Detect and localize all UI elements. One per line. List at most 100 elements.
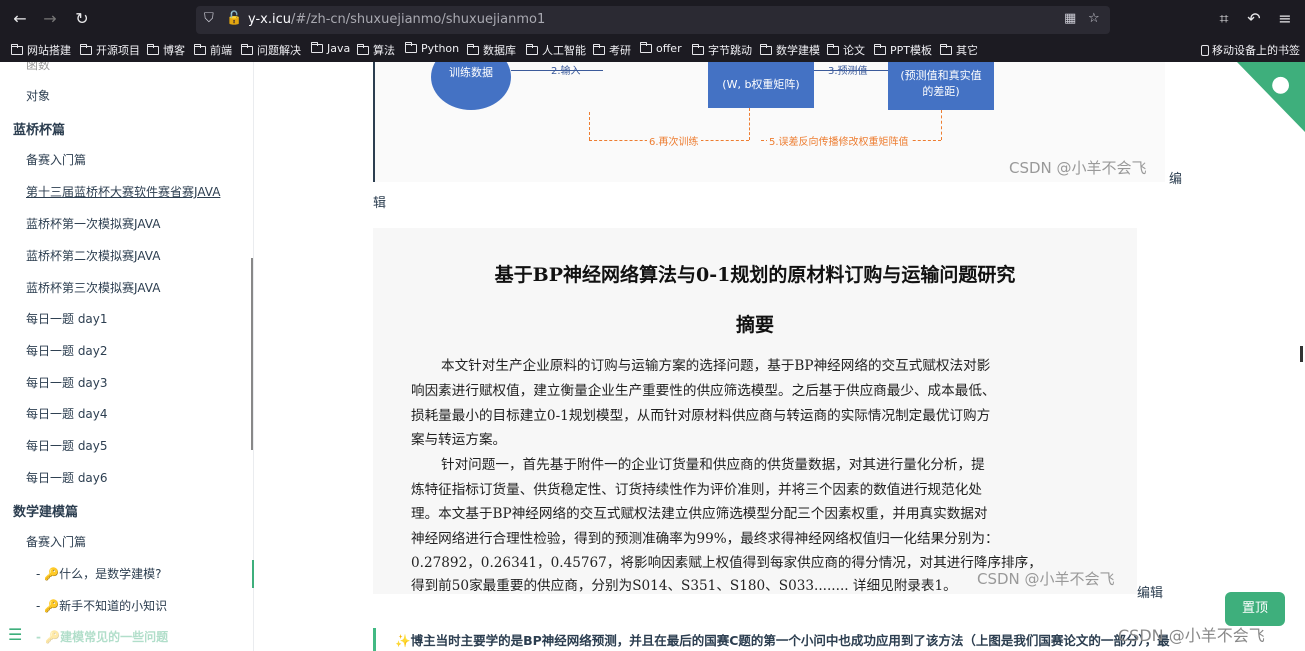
folder-icon: [11, 43, 23, 55]
sidebar-group-lanqiao[interactable]: 蓝桥杯篇: [13, 119, 65, 138]
sidebar-item-objects[interactable]: 对象: [26, 87, 50, 104]
url-path: /#/zh-cn/shuxuejianmo/shuxuejianmo1: [290, 12, 546, 27]
forward-arrow-icon[interactable]: →: [38, 8, 62, 30]
bookmark-folder[interactable]: 数学建模: [760, 42, 820, 58]
bookmark-label: 数学建模: [776, 44, 820, 57]
shield-icon[interactable]: ⛉: [204, 11, 214, 26]
sidebar-item-mock-3[interactable]: 蓝桥杯第三次模拟赛JAVA: [26, 279, 160, 296]
sidebar-item-day2[interactable]: 每日一题 day2: [26, 342, 108, 359]
sidebar-item-prep[interactable]: 备赛入门篇: [26, 151, 86, 168]
sidebar-item-13th-provincial[interactable]: 第十三届蓝桥杯大赛软件赛省赛JAVA: [26, 183, 220, 200]
url-host: y-x.icu: [248, 12, 291, 27]
abstract-line: 理。本文基于BP神经网络的交互式赋权法建立供应筛选模型分配三个因素权重，并用真实…: [411, 506, 988, 522]
bookmark-folder[interactable]: 前端: [194, 42, 232, 58]
folder-icon: [241, 43, 253, 55]
bookmark-folder[interactable]: 问题解决: [241, 42, 301, 58]
bookmark-folder[interactable]: PPT模板: [874, 42, 932, 58]
edit-label-part1: 编: [1169, 172, 1183, 187]
sidebar-item-mock-2[interactable]: 蓝桥杯第二次模拟赛JAVA: [26, 247, 160, 264]
star-icon[interactable]: ☆: [1088, 11, 1100, 26]
bookmark-folder[interactable]: Python: [405, 42, 459, 55]
sidebar-item-day1[interactable]: 每日一题 day1: [26, 310, 108, 327]
github-octocat-icon: ●: [1271, 72, 1291, 97]
bookmark-label: 博客: [163, 44, 185, 57]
sidebar-item-common-problems[interactable]: - 🔑建模常见的一些问题: [36, 628, 168, 645]
folder-icon: [80, 43, 92, 55]
bookmark-folder[interactable]: 字节跳动: [692, 42, 752, 58]
bookmark-label: PPT模板: [890, 44, 932, 57]
backprop-vertical-dash-right: [941, 110, 942, 140]
sidebar-item-what-is-modeling[interactable]: - 🔑什么，是数学建模?: [36, 565, 161, 582]
bookmark-label: 其它: [956, 44, 978, 57]
abstract-line: 响因素进行赋权值，建立衡量企业生产重要性的供应筛选模型。之后基于供应商最少、成本…: [411, 383, 996, 399]
bookmark-label: 问题解决: [257, 44, 301, 57]
sidebar-item-newbie-tips[interactable]: - 🔑新手不知道的小知识: [36, 597, 167, 614]
mobile-device-icon: [1201, 44, 1209, 56]
abstract-line: 本文针对生产企业原料的订购与运输方案的选择问题，基于BP神经网络的交互式赋权法对…: [441, 358, 991, 374]
sidebar-item-day4[interactable]: 每日一题 day4: [26, 405, 108, 422]
folder-icon: [874, 43, 886, 55]
bookmark-folder[interactable]: 人工智能: [526, 42, 586, 58]
bookmark-folder[interactable]: 网站搭建: [11, 42, 71, 58]
back-to-top-button[interactable]: 置顶: [1225, 592, 1285, 626]
bookmark-label: Python: [421, 42, 460, 55]
bookmark-label: 算法: [373, 44, 395, 57]
sidebar-scrollbar[interactable]: [251, 258, 253, 450]
url-text[interactable]: y-x.icu/#/zh-cn/shuxuejianmo/shuxuejianm…: [248, 12, 545, 27]
insecure-lock-icon[interactable]: 🔓: [226, 11, 242, 26]
training-data-label: 训练数据: [449, 66, 493, 79]
back-arrow-icon[interactable]: ←: [8, 8, 32, 30]
bookmark-label: 人工智能: [542, 44, 586, 57]
sidebar-item-mock-1[interactable]: 蓝桥杯第一次模拟赛JAVA: [26, 215, 160, 232]
bookmark-label: 字节跳动: [708, 44, 752, 57]
note-quote-bar: [373, 628, 376, 651]
sidebar: 函数 对象 蓝桥杯篇 备赛入门篇 第十三届蓝桥杯大赛软件赛省赛JAVA 蓝桥杯第…: [0, 62, 254, 651]
bookmark-folder[interactable]: 算法: [357, 42, 395, 58]
bookmark-folder[interactable]: 论文: [827, 42, 865, 58]
abstract-line: 得到前50家最重要的供应商，分别为S014、S351、S180、S033....…: [411, 578, 957, 594]
folder-icon: [940, 43, 952, 55]
sidebar-toggle-icon[interactable]: ☰: [8, 625, 22, 644]
bookmark-folder[interactable]: Java: [311, 42, 350, 55]
folder-icon: [692, 43, 704, 55]
paper-abstract-image: 基于BP神经网络算法与0-1规划的原材料订购与运输问题研究 摘要 本文针对生产企…: [373, 228, 1137, 594]
mobile-bookmarks[interactable]: 移动设备上的书签: [1201, 42, 1300, 58]
github-corner[interactable]: ●: [1237, 62, 1305, 132]
abstract-line: 针对问题一，首先基于附件一的企业订货量和供应商的供货量数据，对其进行量化分析，提: [441, 457, 985, 473]
folder-icon: [405, 42, 417, 53]
extension-icon[interactable]: ⌗: [1212, 8, 1236, 30]
bookmark-folder[interactable]: 数据库: [467, 42, 516, 58]
main-content: 训练数据 2.输入 (W, b权重矩阵) 3.预测值 (预测值和真实值的差距) …: [255, 62, 1305, 651]
bookmark-label: 考研: [609, 44, 631, 57]
folder-icon: [357, 43, 369, 55]
menu-icon[interactable]: ≡: [1273, 8, 1297, 30]
bookmark-folder[interactable]: 其它: [940, 42, 978, 58]
qr-code-icon[interactable]: ▦: [1064, 11, 1076, 26]
abstract-line: 损耗量最小的目标建立0-1规划模型，从而针对原材料供应商与转运商的实际情况制定最…: [411, 408, 991, 424]
backprop-label: 5.误差反向传播修改权重矩阵值: [767, 133, 911, 148]
bookmark-folder[interactable]: 考研: [593, 42, 631, 58]
undo-icon[interactable]: ↶: [1242, 8, 1266, 30]
page-scroll-marker: [1300, 346, 1303, 362]
sidebar-group-math-modeling[interactable]: 数学建模篇: [13, 501, 78, 520]
folder-icon: [311, 42, 323, 53]
retrain-label: 6.再次训练: [647, 133, 701, 148]
bookmarks-bar: 网站搭建 开源项目 博客 前端 问题解决 Java 算法 Python 数据库 …: [0, 38, 1305, 62]
sidebar-item-day3[interactable]: 每日一题 day3: [26, 374, 108, 391]
sidebar-item-day6[interactable]: 每日一题 day6: [26, 469, 108, 486]
bookmark-label: Java: [327, 42, 351, 55]
browser-toolbar: ← → ↻ ⛉ 🔓 y-x.icu/#/zh-cn/shuxuejianmo/s…: [0, 0, 1305, 62]
sidebar-item-day5[interactable]: 每日一题 day5: [26, 437, 108, 454]
sidebar-item-functions[interactable]: 函数: [26, 62, 50, 73]
sidebar-item-math-prep[interactable]: 备赛入门篇: [26, 533, 86, 550]
bookmark-folder[interactable]: 博客: [147, 42, 185, 58]
bookmark-label: 论文: [843, 44, 865, 57]
folder-icon: [640, 42, 652, 53]
reload-icon[interactable]: ↻: [70, 8, 94, 30]
predict-arrow-label: 3.预测值: [828, 66, 868, 77]
folder-icon: [827, 43, 839, 55]
bookmark-folder[interactable]: offer: [640, 42, 682, 55]
bookmark-folder[interactable]: 开源项目: [80, 42, 140, 58]
input-arrow-label: 2.输入: [551, 66, 581, 77]
address-bar[interactable]: ⛉ 🔓 y-x.icu/#/zh-cn/shuxuejianmo/shuxuej…: [196, 6, 1110, 34]
